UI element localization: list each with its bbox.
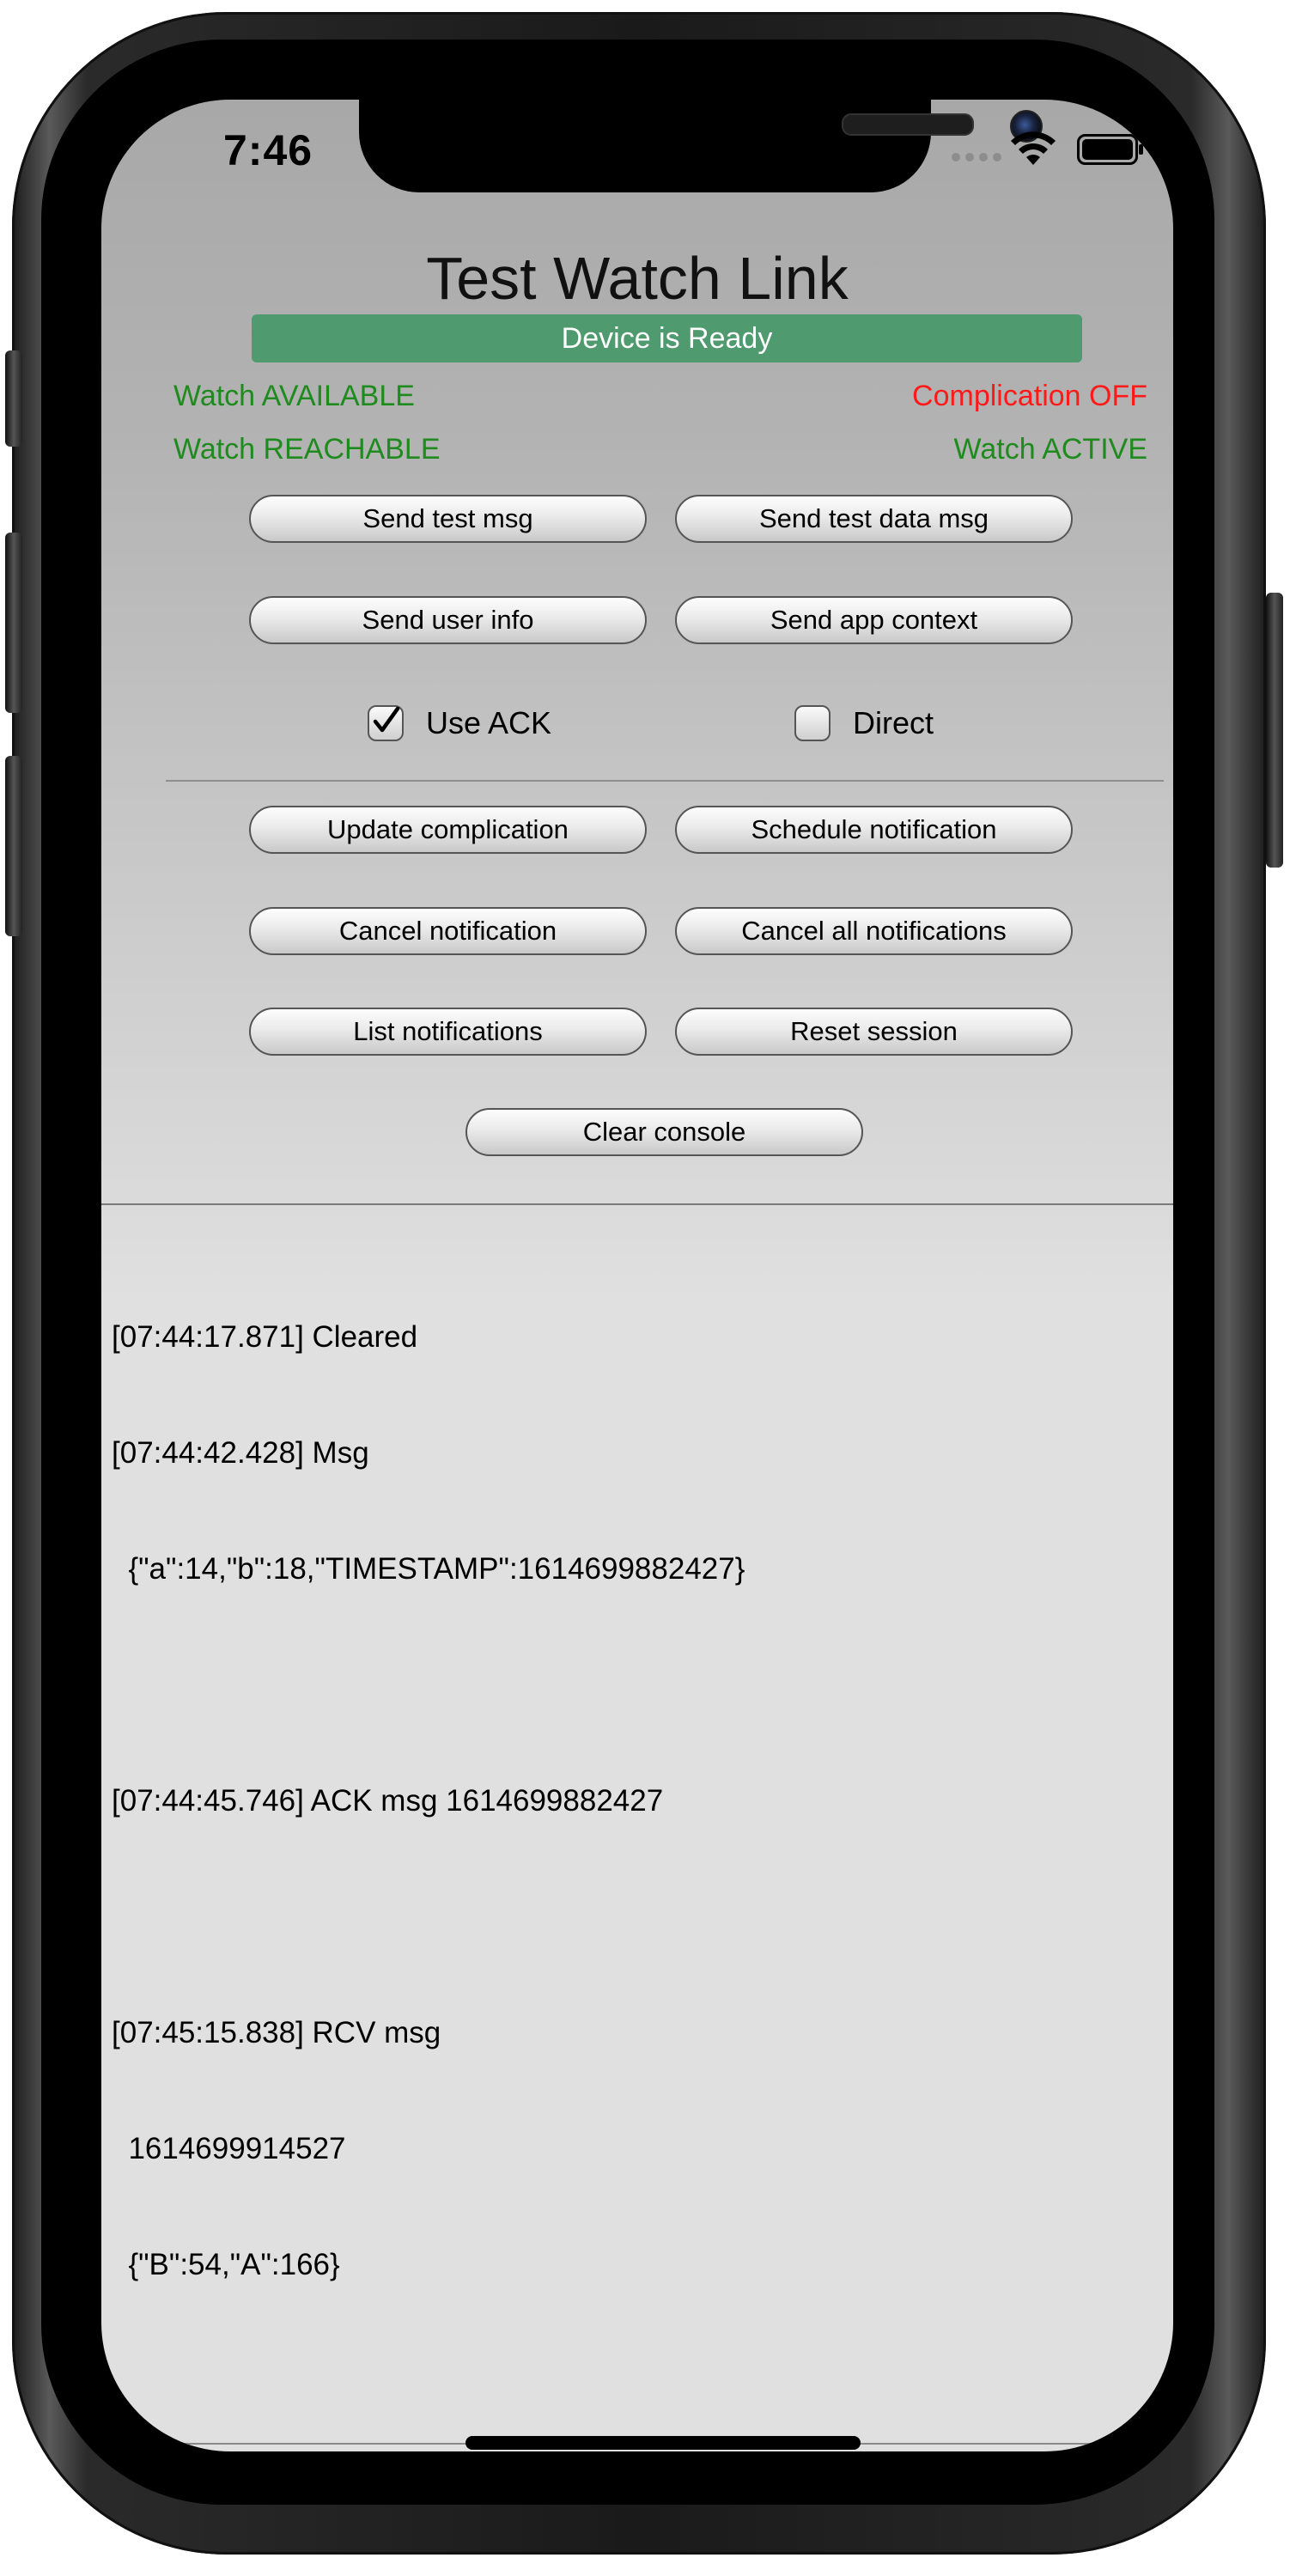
use-ack-checkbox[interactable] [368,705,404,741]
console-line: {"a":14,"b":18,"TIMESTAMP":1614699882427… [112,1552,745,1586]
use-ack-option[interactable]: Use ACK [368,705,551,741]
power-button [1266,593,1283,868]
signal-dots-icon [952,153,1001,161]
complication-status: Complication OFF [912,380,1147,412]
mute-switch [5,350,22,447]
device-ready-banner: Device is Ready [252,314,1082,362]
console-divider [101,1203,1173,1205]
watch-reachable-status: Watch REACHABLE [173,433,441,466]
speaker-grille [842,113,974,136]
direct-checkbox[interactable] [794,705,831,741]
console-line: {"B":54,"A":166} [112,2248,340,2281]
console-line: [07:44:17.871] Cleared [112,1320,418,1354]
wifi-icon [1011,131,1056,165]
page-title: Test Watch Link [426,245,849,312]
page: 7:46 Test Watch Link Device is Ready Wat… [0,0,1296,2576]
update-complication-button[interactable]: Update complication [249,806,647,854]
console-line: [07:44:42.428] Msg [112,1436,369,1470]
console-log[interactable]: [07:44:17.871] Cleared [07:44:42.428] Ms… [112,1240,1159,2361]
cancel-notification-button[interactable]: Cancel notification [249,907,647,955]
console-line: [07:44:45.746] ACK msg 1614699882427 [112,1784,664,1818]
battery-icon [1077,134,1143,165]
watch-available-status: Watch AVAILABLE [173,380,415,412]
send-test-data-msg-button[interactable]: Send test data msg [675,495,1073,543]
list-notifications-button[interactable]: List notifications [249,1008,647,1056]
send-user-info-button[interactable]: Send user info [249,596,647,644]
cancel-all-notifications-button[interactable]: Cancel all notifications [675,907,1073,955]
checkmark-icon [373,706,400,733]
use-ack-label: Use ACK [426,705,552,740]
direct-option[interactable]: Direct [794,705,934,741]
send-app-context-button[interactable]: Send app context [675,596,1073,644]
reset-session-button[interactable]: Reset session [675,1008,1073,1056]
notch [359,100,1043,192]
clear-console-button[interactable]: Clear console [465,1108,863,1156]
volume-down-button [5,756,22,936]
status-time: 7:46 [223,126,313,174]
screen: 7:46 Test Watch Link Device is Ready Wat… [101,100,1173,2451]
section-divider [166,780,1164,782]
watch-active-status: Watch ACTIVE [953,433,1147,466]
console-line: [07:45:15.838] RCV msg [112,2016,441,2049]
volume-up-button [5,533,22,713]
direct-label: Direct [853,705,934,740]
console-line: 1614699914527 [112,2132,346,2165]
send-test-msg-button[interactable]: Send test msg [249,495,647,543]
home-indicator[interactable] [465,2436,861,2450]
schedule-notification-button[interactable]: Schedule notification [675,806,1073,854]
